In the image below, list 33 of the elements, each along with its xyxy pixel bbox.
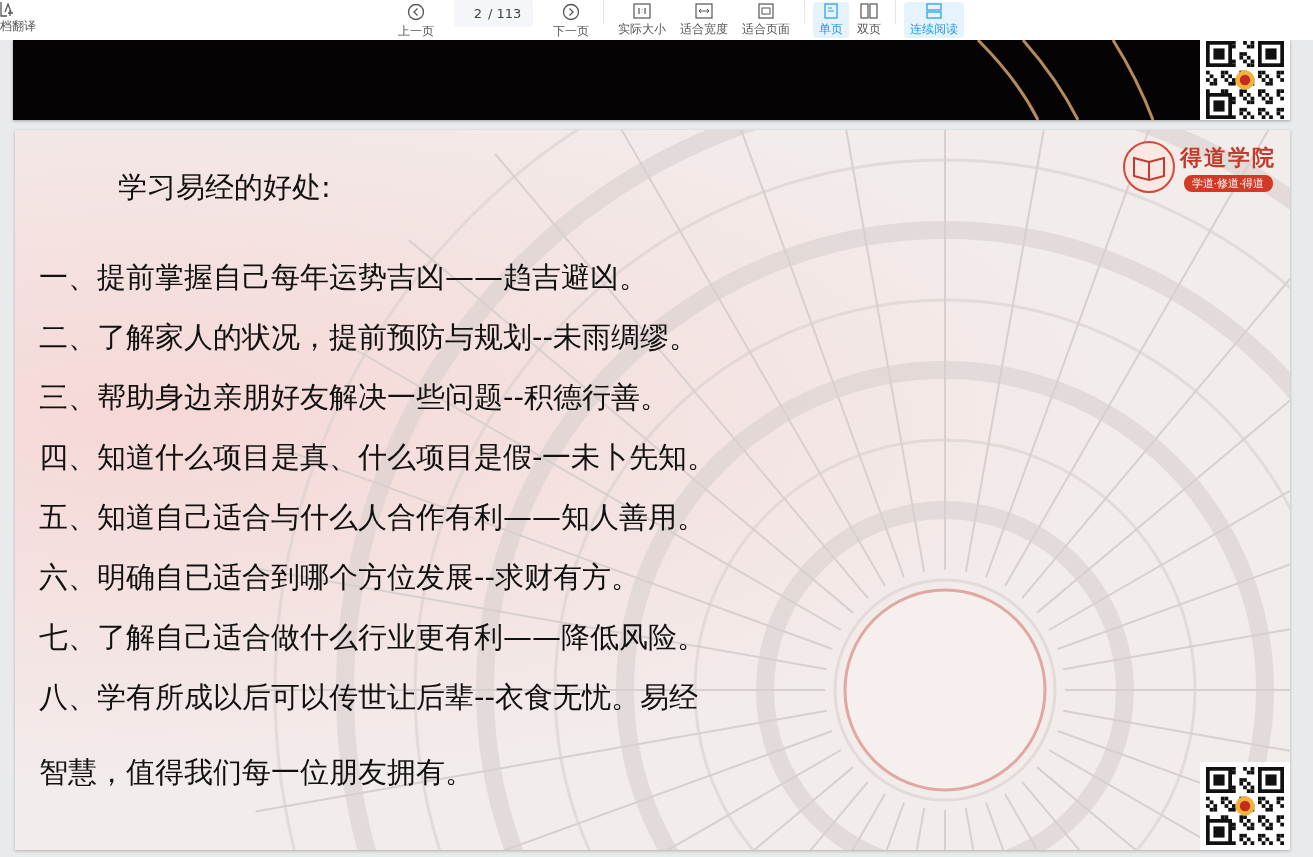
slide-text-line: 二、了解家人的状况，提前预防与规划--未雨绸缪。 (39, 320, 699, 355)
fit-page-icon (758, 3, 775, 19)
prev-button[interactable]: 上一页 (392, 2, 440, 38)
single-page-icon (824, 3, 839, 19)
continuous-page-icon (926, 3, 943, 19)
fitpage-button[interactable]: 适合页面 (736, 2, 797, 38)
logo-name: 得道学院 (1180, 142, 1276, 172)
fitwidth-button[interactable]: 适合宽度 (674, 2, 735, 38)
slide-text-line: 八、学有所成以后可以传世让后辈--衣食无忧。易经 (39, 680, 699, 715)
document-translate-button[interactable]: 档翻译 (0, 0, 392, 35)
slide-text-line: 智慧，值得我们每一位朋友拥有。 (39, 755, 475, 790)
slide-text-line: 三、帮助身边亲朋好友解决一些问题--积德行善。 (39, 380, 670, 415)
slide-text-line: 五、知道自己适合与什么人合作有利——知人善用。 (39, 500, 707, 535)
slide-text-line: 一、提前掌握自己每年运势吉凶——趋吉避凶。 (39, 260, 649, 295)
slide-text-line: 四、知道什么项目是真、什么项目是假-一未卜先知。 (39, 440, 718, 475)
next-button[interactable]: 下一页 (547, 2, 596, 38)
slide-text-line: 七、了解自己适合做什么行业更有利——降低风险。 (39, 620, 707, 655)
fit-width-icon (695, 3, 714, 19)
double-page-icon (860, 3, 879, 19)
page-number-input[interactable]: 2 (472, 5, 482, 21)
page-number-field[interactable]: 2 / 113 (454, 0, 534, 27)
double-button[interactable]: 双页 (851, 2, 888, 38)
qr-code-icon (1204, 41, 1286, 119)
previous-circle-icon (407, 3, 425, 21)
actual-size-icon (633, 3, 652, 19)
page-total: / 113 (488, 5, 522, 21)
slide-text-line: 六、明确自已适合到哪个方位发展--求财有方。 (39, 560, 641, 595)
qr-code-icon (1204, 767, 1286, 845)
next-circle-icon (562, 3, 581, 21)
book-emblem-icon (1122, 140, 1176, 194)
actual-button[interactable]: 实际大小 (612, 2, 673, 38)
logo-motto: 学道·修道·得道 (1183, 174, 1273, 192)
slide-heading: 学习易经的好处: (118, 169, 331, 206)
